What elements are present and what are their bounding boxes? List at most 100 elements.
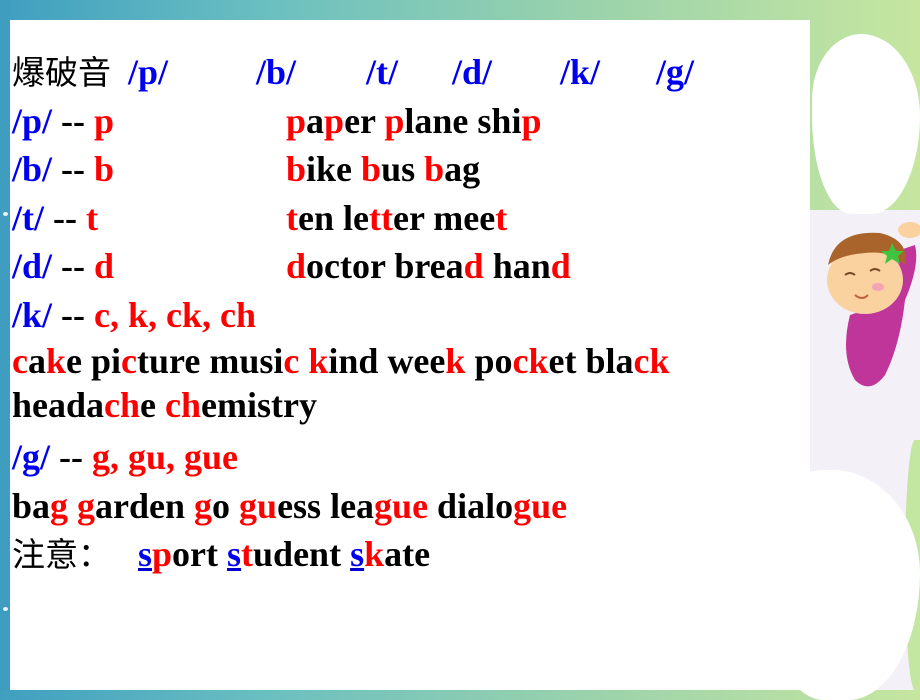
word-part: po xyxy=(474,341,513,381)
header-phoneme-p: /p/ xyxy=(128,52,169,92)
phoneme: /g/ xyxy=(12,437,51,477)
k-example-words-line-2: headache chemistry xyxy=(12,383,872,427)
spelling-letters: d xyxy=(94,246,115,286)
spelling-letters: t xyxy=(85,197,98,238)
header-label: 爆破音 xyxy=(12,53,111,92)
word-part: heada xyxy=(12,385,105,425)
word-part: en xyxy=(298,197,334,238)
example-words: d octor bread hand xyxy=(286,242,571,291)
highlighted-letters: p xyxy=(324,100,345,141)
highlighted-letters: p xyxy=(384,100,405,141)
word-part: octor xyxy=(306,246,386,286)
highlighted-letters: t xyxy=(286,197,298,238)
word-part: a xyxy=(306,100,325,141)
left-stripe xyxy=(0,0,10,690)
phoneme-row: /p/ -- p paper plane ship xyxy=(12,97,872,146)
example-word: meet xyxy=(433,198,507,238)
highlighted-letters: ck xyxy=(633,341,670,381)
phoneme-row: /b/ -- b bike bus bag xyxy=(12,145,872,194)
highlighted-letters: k xyxy=(308,341,329,381)
separator: -- xyxy=(52,246,95,286)
example-word: student xyxy=(227,534,341,574)
phoneme-row: /d/ -- d doctor bread hand xyxy=(12,242,872,291)
highlighted-letters: d xyxy=(550,246,571,286)
highlighted-letters: k xyxy=(445,341,466,381)
example-words: paper plane ship xyxy=(286,97,542,146)
highlighted-letters: tt xyxy=(368,197,393,238)
highlighted-letters: c xyxy=(12,341,28,381)
word-part: arden xyxy=(95,485,186,526)
word-part: e xyxy=(66,341,82,381)
example-word: music xyxy=(209,341,299,381)
word-part: lane xyxy=(404,100,469,141)
highlighted-letters: p xyxy=(152,534,173,574)
slide-content: 爆破音 /p/ /b/ /t/ /d/ /k/ /g/ /p/ -- p pape… xyxy=(12,48,872,579)
example-word: ten xyxy=(286,198,334,238)
highlighted-letters: b xyxy=(424,149,445,189)
k-example-words-line-1: cake picture music kind week pocket blac… xyxy=(12,339,872,383)
highlighted-letters: g xyxy=(77,485,96,526)
girl-hand xyxy=(898,222,920,238)
word-part: bla xyxy=(585,341,634,381)
example-word: bag xyxy=(12,486,68,526)
highlighted-letters: ck xyxy=(512,341,549,381)
phoneme: /t/ xyxy=(12,197,44,238)
example-word: hand xyxy=(493,246,571,286)
word-part: emistry xyxy=(201,385,317,425)
spelling-letters: c, k, ck, ch xyxy=(94,294,257,335)
example-words: ten letter meet xyxy=(286,194,507,243)
phoneme: /p/ xyxy=(12,100,53,141)
highlighted-letters: b xyxy=(286,149,307,189)
example-word: sport xyxy=(138,534,218,574)
word-part: le xyxy=(343,197,369,238)
word-part: han xyxy=(492,246,551,286)
separator: -- xyxy=(61,294,95,335)
word-part: et xyxy=(548,341,577,381)
phoneme: /d/ xyxy=(12,246,53,286)
stripe-dot xyxy=(3,212,8,216)
note-words: sport student skate xyxy=(138,534,430,574)
highlighted-letters: gu xyxy=(239,485,278,526)
word-part: ba xyxy=(12,485,51,526)
highlighted-letters: gue xyxy=(513,485,568,526)
highlighted-letters: c xyxy=(283,341,300,381)
word-part: udent xyxy=(253,534,342,574)
example-word: bike xyxy=(286,149,352,189)
word-part: shi xyxy=(477,100,522,141)
header-line: 爆破音 /p/ /b/ /t/ /d/ /k/ /g/ xyxy=(12,48,872,97)
example-word: garden xyxy=(77,486,185,526)
example-word: picture xyxy=(91,341,200,381)
example-word: go xyxy=(194,486,230,526)
header-phoneme-d: /d/ xyxy=(452,52,493,92)
word-part: us xyxy=(381,149,416,189)
spelling-letters: p xyxy=(94,100,115,141)
example-word: headache xyxy=(12,385,156,425)
g-example-words: bag garden go guess league dialogue xyxy=(12,482,872,531)
example-word: black xyxy=(585,341,669,381)
separator: -- xyxy=(59,437,92,477)
highlighted-letters: gue xyxy=(374,485,429,526)
word-part: ture xyxy=(137,341,201,381)
example-word: chemistry xyxy=(165,385,317,425)
word-part: a xyxy=(27,341,46,381)
phoneme: /k/ xyxy=(12,294,53,335)
phoneme: /b/ xyxy=(12,149,53,189)
k-row: /k/ -- c, k, ck, ch xyxy=(12,291,872,340)
word-part: mee xyxy=(433,197,496,238)
word-part: musi xyxy=(209,341,284,381)
spelling-letters: b xyxy=(94,149,115,189)
example-word: dialogue xyxy=(437,486,567,526)
highlighted-letters: t xyxy=(241,534,254,574)
word-part: er xyxy=(392,197,425,238)
example-word: bag xyxy=(424,149,480,189)
example-word: letter xyxy=(343,198,424,238)
spelling-letters: g, gu, gue xyxy=(92,437,239,477)
separator: -- xyxy=(52,149,95,189)
word-part: ort xyxy=(172,534,219,574)
highlighted-letters: k xyxy=(364,534,385,574)
highlighted-letters: k xyxy=(45,341,67,381)
separator: -- xyxy=(44,197,86,238)
highlighted-letters: d xyxy=(463,246,484,286)
word-part: ate xyxy=(384,534,431,574)
example-word: bread xyxy=(394,246,483,286)
